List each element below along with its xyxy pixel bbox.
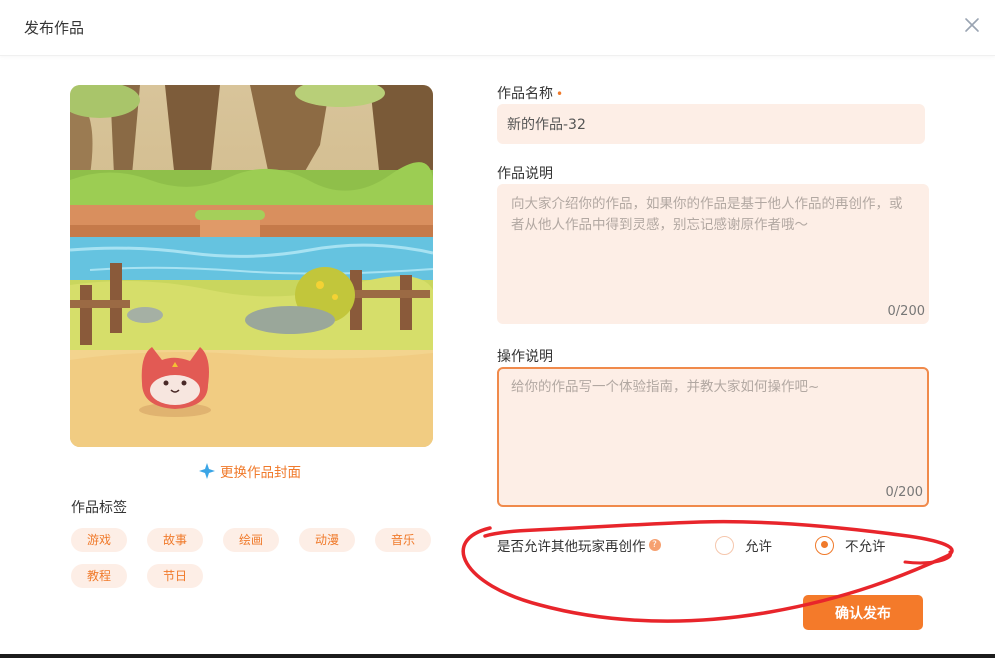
operation-field: 0/200 [497, 367, 929, 507]
dialog-header: 发布作品 [0, 0, 995, 56]
allow-remix-label: 是否允许其他玩家再创作 ? [497, 535, 661, 555]
operation-label: 操作说明 [497, 349, 553, 365]
operation-counter: 0/200 [885, 485, 923, 500]
close-icon[interactable] [962, 15, 982, 35]
description-label: 作品说明 [497, 166, 553, 182]
radio-disallow[interactable]: 不允许 [815, 535, 886, 555]
dialog-title: 发布作品 [24, 19, 85, 37]
tag-music[interactable]: 音乐 [375, 528, 431, 552]
radio-allow-label: 允许 [745, 539, 772, 555]
radio-unchecked-icon [715, 535, 734, 555]
tag-drawing[interactable]: 绘画 [223, 528, 279, 552]
radio-disallow-label: 不允许 [845, 539, 886, 555]
radio-checked-icon [815, 535, 834, 555]
change-cover-button[interactable]: 更换作品封面 [198, 461, 301, 481]
tag-story[interactable]: 故事 [147, 528, 203, 552]
change-cover-label: 更换作品封面 [220, 465, 301, 481]
description-counter: 0/200 [887, 304, 925, 319]
cover-image [70, 85, 433, 447]
operation-textarea[interactable] [511, 377, 915, 481]
tag-anime[interactable]: 动漫 [299, 528, 355, 552]
sparkle-star-icon [199, 463, 215, 479]
tag-festival[interactable]: 节日 [147, 564, 203, 588]
name-input[interactable] [497, 104, 925, 144]
help-icon[interactable]: ? [648, 539, 661, 551]
publish-dialog: 发布作品 更换作品封面 作品标签 游戏 故事 绘画 动漫 音乐 教程 节日 作品… [0, 0, 995, 654]
tag-tutorial[interactable]: 教程 [71, 564, 127, 588]
description-field: 0/200 [497, 184, 929, 324]
publish-button[interactable]: 确认发布 [803, 595, 923, 630]
description-textarea[interactable] [511, 194, 915, 300]
tag-game[interactable]: 游戏 [71, 528, 127, 552]
bottom-bar [0, 654, 995, 658]
name-label: 作品名称 • [497, 86, 564, 102]
tags-label: 作品标签 [71, 500, 127, 516]
radio-allow[interactable]: 允许 [715, 535, 772, 555]
required-mark: • [556, 87, 564, 101]
